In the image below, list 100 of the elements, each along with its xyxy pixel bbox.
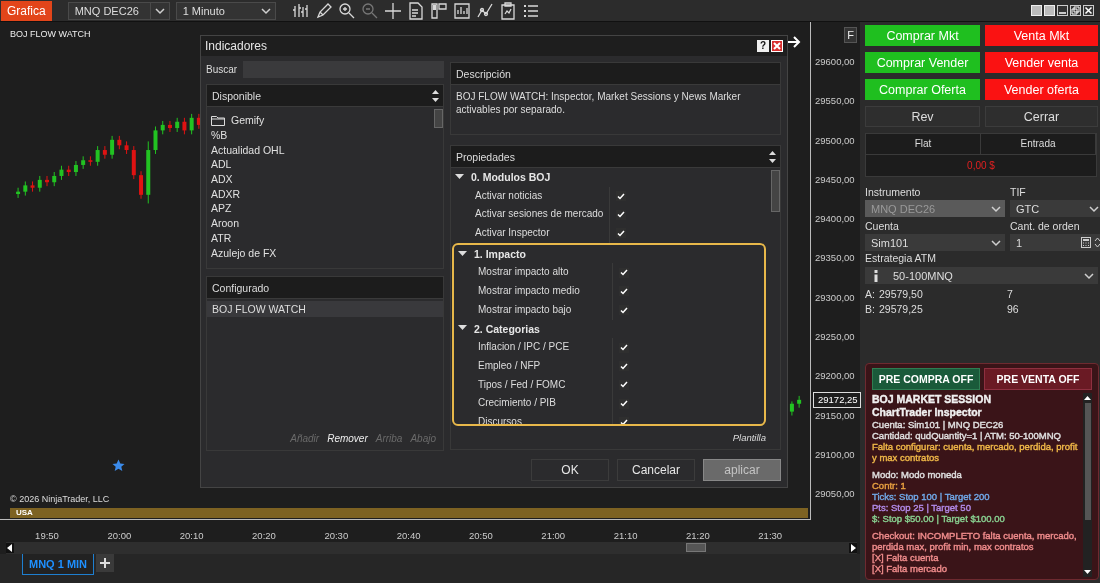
quote-price: 29579,25 [879, 302, 924, 317]
search-label: Buscar [206, 64, 238, 75]
price-label: 29050,00 [815, 488, 855, 500]
inspector-line: Cuenta: Sim101 | MNQ DEC26 [872, 419, 1005, 430]
chart-menu-button[interactable]: Grafica [1, 0, 52, 21]
action-link[interactable]: Remover [324, 433, 371, 444]
time-label: 20:10 [179, 530, 204, 541]
list-item[interactable]: BOJ FLOW WATCH [207, 301, 443, 317]
instrument-dropdown[interactable]: MNQ DEC26 [67, 1, 170, 20]
inspector-line: [X] Falta mercado [872, 563, 948, 574]
property-label: Mostrar impacto alto [477, 265, 570, 280]
price-label: 29250,00 [815, 330, 855, 342]
inspector-line: Pts: Stop 25 | Target 50 [872, 502, 972, 513]
order-button[interactable]: Vender venta [985, 52, 1098, 73]
time-label: 21:10 [613, 530, 638, 541]
inspector-heading: BOJ MARKET SESSION [872, 393, 993, 406]
time-label: 21:30 [758, 530, 783, 541]
inspector-line: [X] Falta cuenta [872, 552, 940, 563]
order-button[interactable]: Cerrar [985, 106, 1098, 127]
price-label: 29150,00 [815, 409, 855, 421]
quote-price: 29579,50 [879, 287, 924, 302]
list-item[interactable]: ADL [211, 157, 429, 172]
pnl-value: 0,00 $ [866, 154, 1096, 176]
chart-title: BOJ FLOW WATCH [10, 29, 91, 39]
copyright-text: © 2026 NinjaTrader, LLC [10, 494, 110, 504]
atm-dropdown[interactable]: 50-100MNQ [865, 267, 1098, 284]
help-button[interactable]: ? [757, 40, 769, 52]
time-label: 20:30 [324, 530, 349, 541]
property-label: Empleo / NFP [477, 358, 542, 373]
field-label: Cant. de orden [1010, 219, 1081, 234]
property-label: Tipos / Fed / FOMC [477, 377, 567, 392]
field-label: Estrategia ATM [865, 251, 937, 266]
group-label: 1. Impacto [474, 248, 526, 261]
price-label: 29450,00 [815, 173, 855, 185]
property-label: Mostrar impacto medio [477, 284, 581, 299]
property-label: Activar noticias [474, 188, 544, 203]
inspector-line: Falta configurar: cuenta, mercado, perdida, profit y max contratos [872, 441, 1079, 463]
inspector-heading: ChartTrader Inspector [872, 406, 983, 419]
dropdown-field[interactable]: Sim101 [865, 234, 1005, 251]
group-label: 0. Modulos BOJ [471, 171, 551, 184]
template-link[interactable]: Plantilla [732, 432, 766, 443]
toggle-button[interactable]: PRE VENTA OFF [984, 368, 1092, 390]
inspector-line: Contr: 1 [872, 480, 907, 491]
time-label: 19:50 [35, 530, 59, 541]
header-title: Descripción [456, 67, 511, 80]
order-button[interactable]: Venta Mkt [985, 25, 1098, 46]
list-item[interactable]: Aroon [211, 215, 429, 231]
property-label: Mostrar impacto bajo [477, 302, 573, 317]
price-label: 29550,00 [815, 95, 855, 107]
quote-label: B: [865, 302, 876, 317]
order-button[interactable]: Rev [865, 106, 980, 127]
time-label: 21:00 [541, 530, 566, 541]
property-label: Activar Inspector [474, 226, 551, 241]
quote-size: 7 [1007, 287, 1013, 302]
dialog-button[interactable]: OK [531, 459, 609, 481]
list-item[interactable]: Gemify [211, 113, 429, 128]
group-label: 2. Categorias [474, 322, 540, 335]
header-title: Disponible [212, 89, 262, 102]
list-item[interactable]: ATR [211, 230, 429, 246]
inspector-line: $: Stop $50.00 | Target $100.00 [872, 513, 1006, 524]
quantity-field[interactable]: 1 [1010, 234, 1100, 251]
list-item[interactable]: APZ [211, 201, 429, 216]
interval-dropdown[interactable]: 1 Minuto [175, 1, 276, 20]
dialog-title: Indicadores [205, 39, 268, 53]
time-label: 20:00 [107, 530, 132, 541]
dialog-button[interactable]: Cancelar [617, 459, 695, 481]
description-text: BOJ FLOW WATCH: Inspector, Market Sessions y News Marker activables por separado. [455, 90, 742, 117]
session-label: USA [16, 508, 33, 518]
property-label: Crecimiento / PIB [477, 396, 557, 411]
inspector-line: Cantidad: qudQuantity=1 | ATM: 50-100MNQ [872, 430, 1062, 441]
price-label: 29350,00 [815, 252, 855, 264]
price-label: 29300,00 [815, 291, 855, 303]
chart-tab[interactable]: MNQ 1 MIN [22, 554, 95, 575]
time-label: 20:50 [469, 530, 493, 541]
inspector-line: Ticks: Stop 100 | Target 200 [872, 491, 991, 502]
list-item[interactable]: %B [211, 127, 429, 143]
quote-size: 96 [1007, 302, 1019, 317]
header-title: Propiedades [456, 150, 515, 163]
list-item[interactable]: Actualidad OHL [211, 142, 429, 158]
inspector-line: Modo: Modo moneda [872, 468, 963, 480]
toggle-button[interactable]: PRE COMPRA OFF [872, 368, 980, 390]
list-item[interactable]: ADX [211, 171, 429, 187]
list-item[interactable]: Azulejo de FX [211, 245, 429, 260]
price-label: 29500,00 [815, 134, 855, 146]
order-button[interactable]: Vender oferta [985, 79, 1098, 100]
quote-label: A: [865, 287, 876, 302]
dropdown-field[interactable]: GTC [1010, 200, 1100, 217]
field-label: TIF [1010, 185, 1027, 200]
table-header: Flat [866, 134, 981, 154]
list-item[interactable]: ADXR [211, 186, 429, 202]
price-label: 29600,00 [815, 56, 855, 68]
table-header: Entrada [981, 134, 1096, 154]
inspector-line: Checkout: INCOMPLETO falta cuenta, mercado, perdida max, profit min, max contratos [872, 529, 1078, 552]
field-label: Instrumento [865, 185, 922, 200]
field-label: Cuenta [865, 219, 900, 234]
property-label: Activar sesiones de mercado [474, 207, 605, 222]
property-label: Inflacion / IPC / PCE [477, 340, 571, 355]
price-label: 29400,00 [815, 213, 855, 225]
price-label: 29200,00 [815, 370, 855, 382]
chart-corner-button[interactable]: F [844, 27, 857, 43]
